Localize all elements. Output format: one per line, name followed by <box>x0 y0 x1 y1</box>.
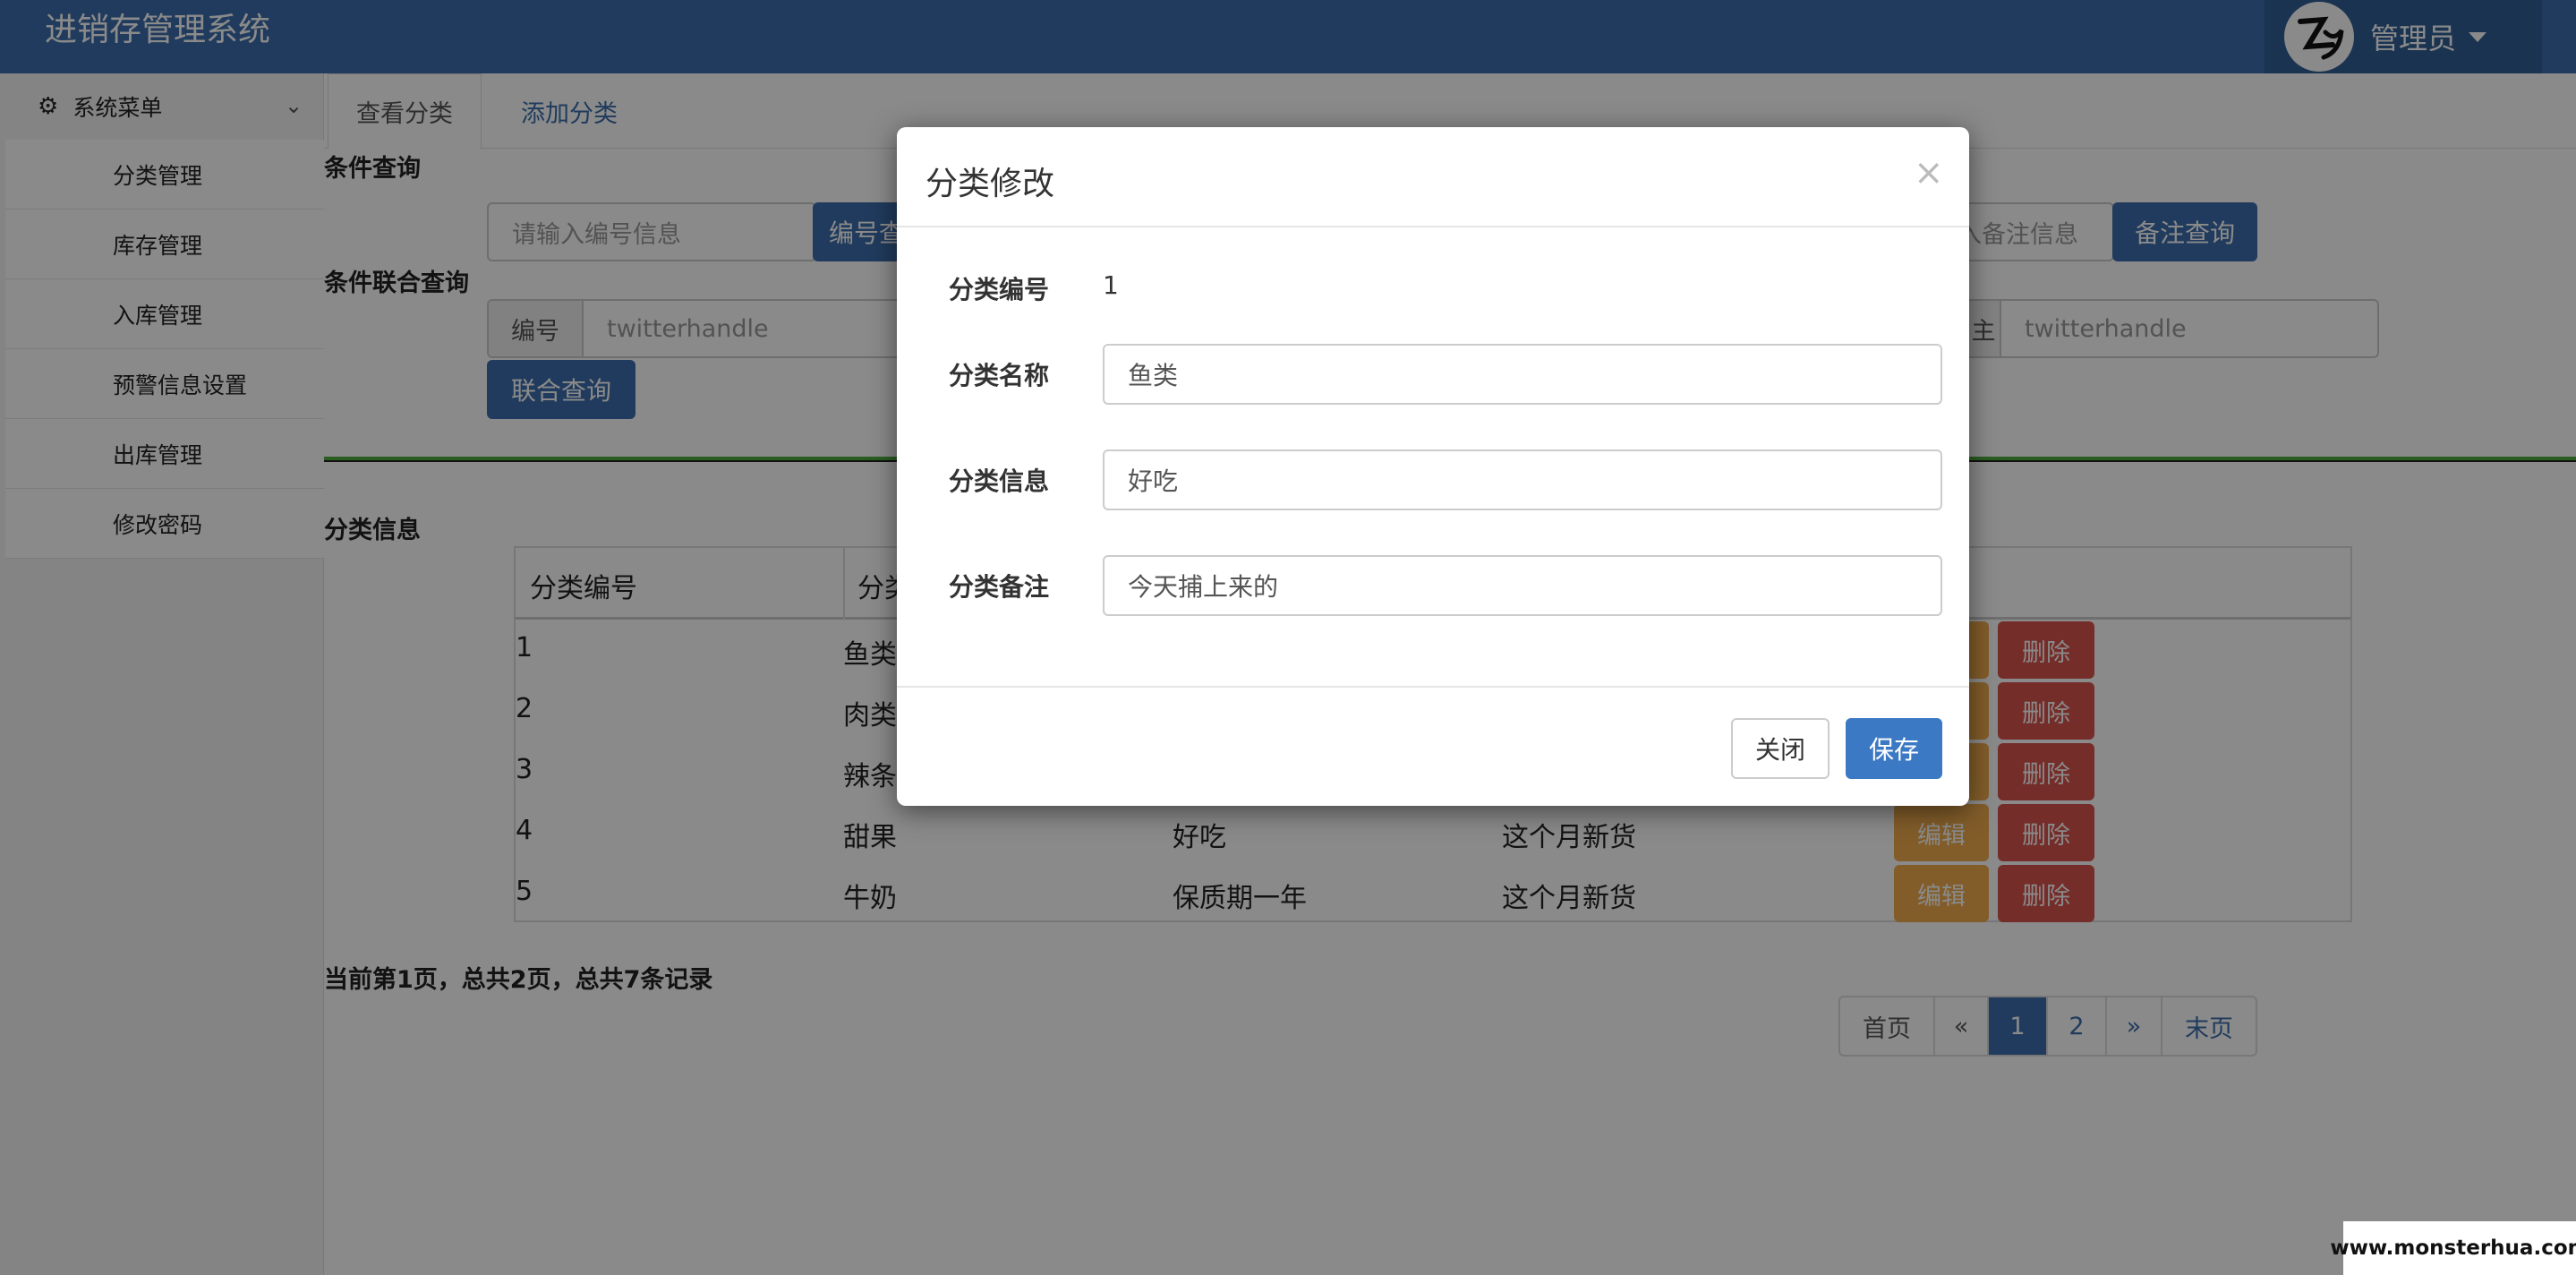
close-icon[interactable]: × <box>1914 152 1944 193</box>
modal-header: 分类修改 × <box>897 127 1969 227</box>
category-id-value: 1 <box>1103 270 1119 300</box>
edit-category-modal: 分类修改 × 分类编号 1 分类名称 鱼类 分类信息 好吃 分类备注 今天捕上来… <box>897 127 1969 806</box>
watermark: www.monsterhua.com <box>2330 1221 2576 1275</box>
category-name-label: 分类名称 <box>949 361 1050 390</box>
modal-title: 分类修改 <box>925 166 1055 202</box>
category-id-label: 分类编号 <box>949 275 1050 304</box>
category-info-label: 分类信息 <box>949 466 1050 496</box>
modal-footer: 关闭 保存 <box>897 686 1969 806</box>
category-remark-input[interactable]: 今天捕上来的 <box>1103 555 1942 616</box>
category-name-input[interactable]: 鱼类 <box>1103 344 1942 405</box>
category-remark-label: 分类备注 <box>949 572 1050 602</box>
save-button[interactable]: 保存 <box>1846 718 1942 779</box>
close-button[interactable]: 关闭 <box>1731 718 1830 779</box>
category-info-input[interactable]: 好吃 <box>1103 449 1942 510</box>
